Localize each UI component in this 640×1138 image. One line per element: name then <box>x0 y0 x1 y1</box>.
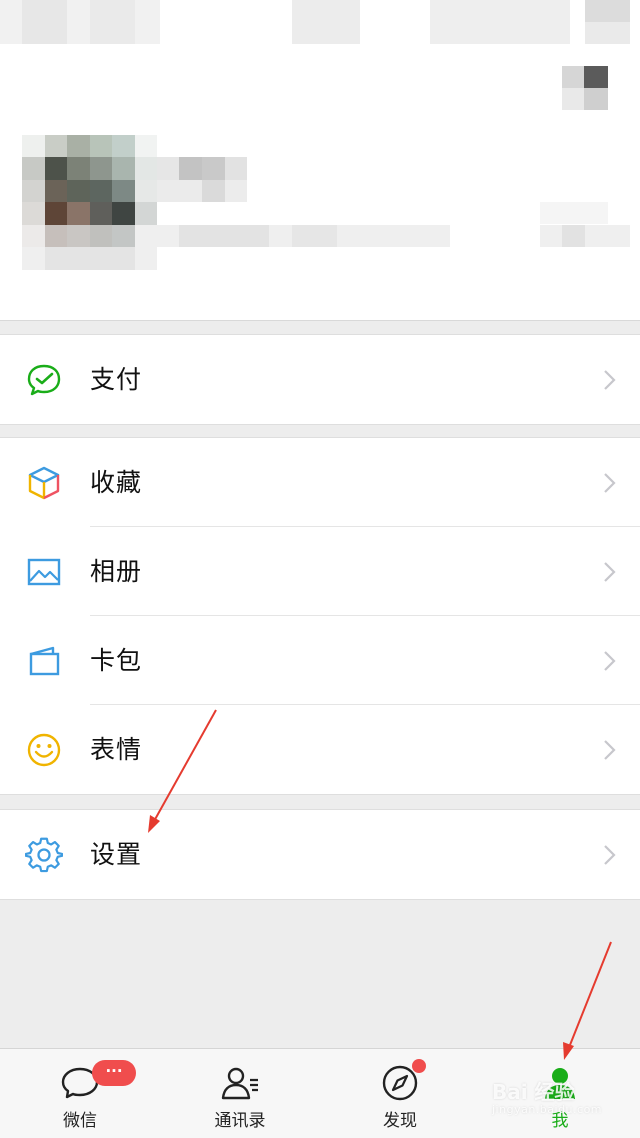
blurred-area <box>585 22 630 44</box>
tab-chats[interactable]: 微信 ··· <box>0 1049 160 1138</box>
menu-item-label: 表情 <box>90 735 143 764</box>
profile-name <box>202 157 225 180</box>
menu-item-label: 收藏 <box>90 468 143 497</box>
watermark-brand: Bai 经验 <box>492 1080 575 1104</box>
profile-name <box>157 157 179 180</box>
chevron-right-icon <box>604 562 616 582</box>
profile-id <box>292 225 337 247</box>
album-icon <box>27 558 61 586</box>
menu-item-settings[interactable]: 设置 <box>0 810 640 899</box>
chevron-right-icon <box>604 651 616 671</box>
divider <box>0 320 640 321</box>
watermark: Bai 经验 jingyan.baidu.com <box>492 1076 602 1116</box>
profile-id <box>540 225 630 247</box>
menu-item-label: 卡包 <box>90 646 143 675</box>
qr-code-icon <box>584 66 608 88</box>
favorites-icon <box>28 466 60 500</box>
blurred-area <box>90 0 135 44</box>
blurred-area <box>430 0 570 44</box>
chevron-right-icon <box>604 473 616 493</box>
pay-icon <box>27 364 61 396</box>
avatar[interactable] <box>22 135 157 270</box>
profile-header[interactable] <box>0 0 640 320</box>
tab-label: 通讯录 <box>214 1111 266 1131</box>
menu-group-pay: 支付 <box>0 334 640 425</box>
qr-code-icon <box>584 88 608 110</box>
menu-item-album[interactable]: 相册 <box>0 527 640 616</box>
profile-name <box>225 180 247 202</box>
profile-id <box>540 202 608 224</box>
contacts-icon <box>221 1067 258 1100</box>
unread-badge: ··· <box>92 1060 136 1086</box>
profile-name <box>225 157 247 180</box>
qr-code-icon <box>562 88 584 110</box>
blurred-area <box>292 0 360 44</box>
gear-icon <box>25 837 63 873</box>
tab-discover[interactable]: 发现 <box>320 1049 480 1138</box>
blurred-area <box>585 0 630 22</box>
qr-code-icon[interactable] <box>562 66 584 88</box>
profile-id <box>562 225 585 247</box>
menu-group-settings: 设置 <box>0 809 640 900</box>
profile-id <box>179 225 269 247</box>
discover-badge-dot <box>412 1059 426 1073</box>
profile-name <box>157 180 202 202</box>
chevron-right-icon <box>604 845 616 865</box>
menu-item-stickers[interactable]: 表情 <box>0 705 640 794</box>
menu-item-label: 相册 <box>90 557 143 586</box>
menu-group-main: 收藏 相册 卡包 表情 <box>0 437 640 795</box>
profile-name <box>179 157 202 180</box>
menu-item-label: 设置 <box>90 840 143 869</box>
blurred-area <box>22 0 67 44</box>
profile-name <box>202 180 225 202</box>
menu-item-favorites[interactable]: 收藏 <box>0 438 640 527</box>
chevron-right-icon <box>604 740 616 760</box>
annotation-arrow-me <box>563 941 612 1060</box>
tab-contacts[interactable]: 通讯录 <box>160 1049 320 1138</box>
menu-item-cards[interactable]: 卡包 <box>0 616 640 705</box>
watermark-url: jingyan.baidu.com <box>492 1103 603 1116</box>
menu-item-label: 支付 <box>90 365 143 394</box>
card-wallet-icon <box>29 646 60 676</box>
sticker-icon <box>27 733 61 767</box>
chevron-right-icon <box>604 370 616 390</box>
tab-label: 发现 <box>383 1111 417 1131</box>
menu-item-pay[interactable]: 支付 <box>0 335 640 424</box>
tab-label: 微信 <box>63 1111 97 1131</box>
